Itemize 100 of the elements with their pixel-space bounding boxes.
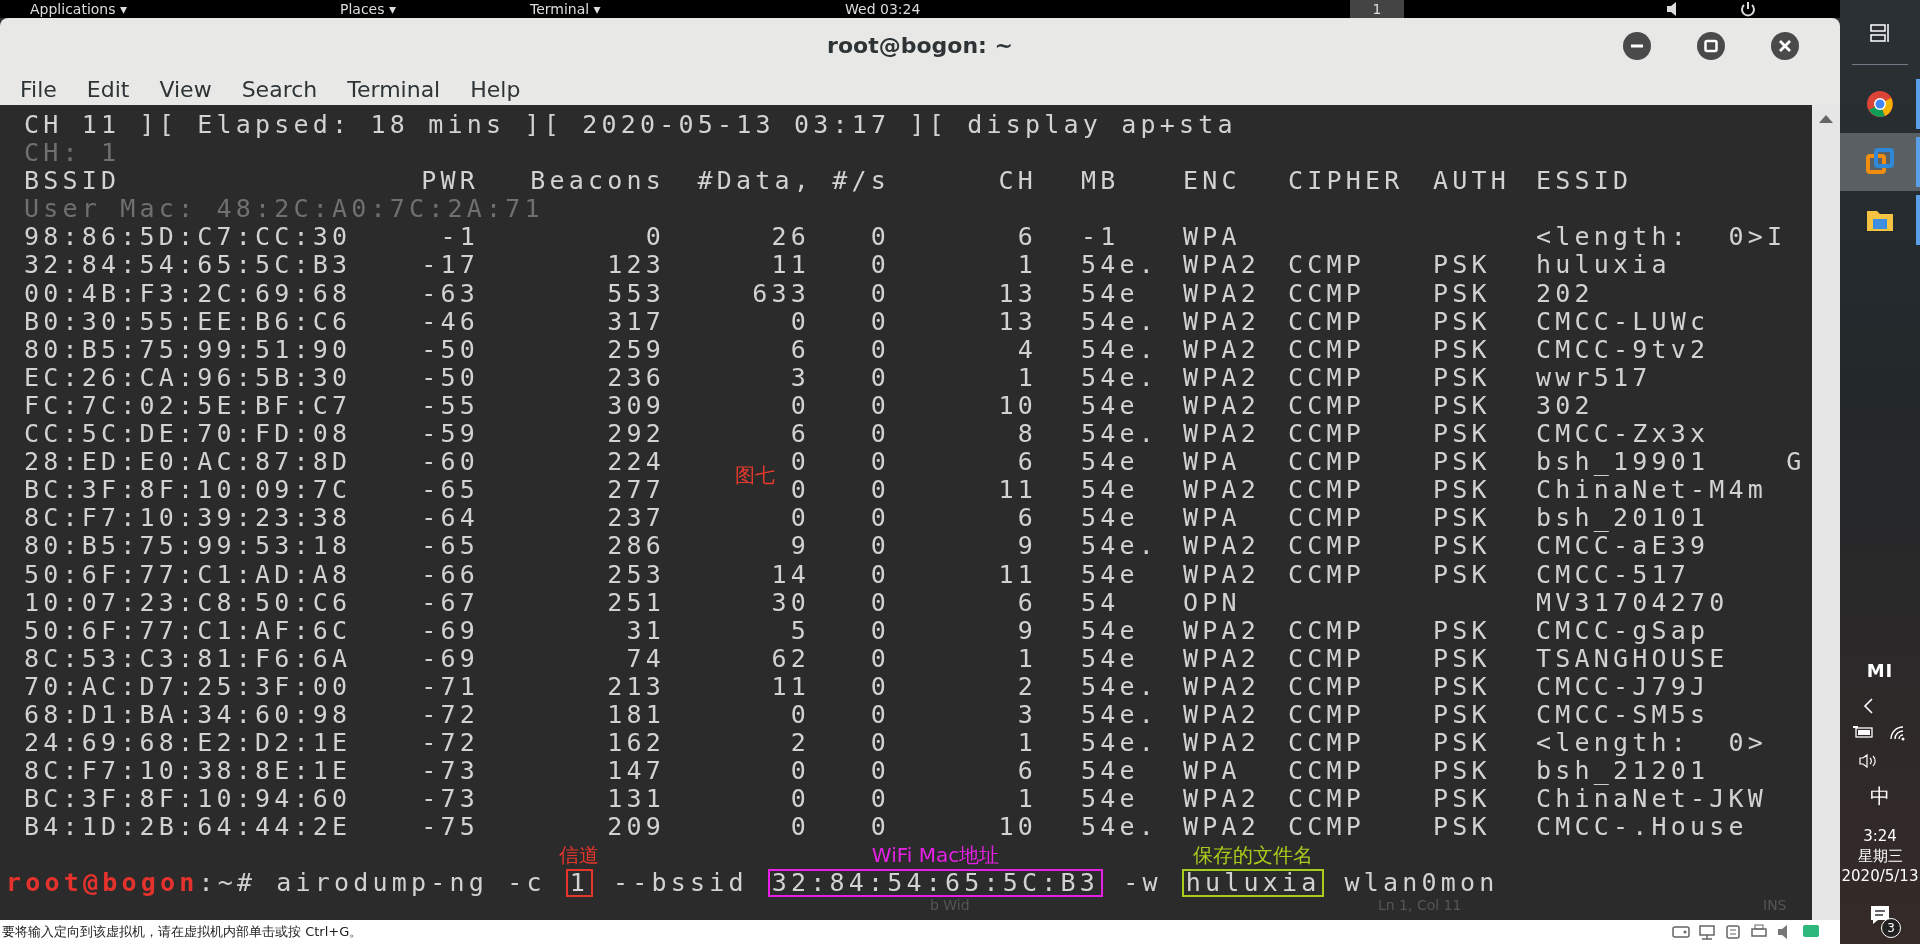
table-cell: CCMP bbox=[1288, 729, 1365, 758]
column-header: BSSID bbox=[24, 167, 121, 196]
table-cell: -55 bbox=[421, 391, 479, 421]
table-cell: 236 bbox=[607, 363, 665, 392]
table-cell: 54e. bbox=[1081, 532, 1158, 561]
window-title: root@bogon: ~ bbox=[827, 33, 1013, 58]
input-method-indicator[interactable]: 中 bbox=[1870, 783, 1890, 810]
table-cell: OPN bbox=[1183, 588, 1241, 617]
menu-item[interactable]: File bbox=[20, 76, 57, 102]
scrollbar[interactable] bbox=[1812, 105, 1840, 920]
table-cell: 1 bbox=[1017, 251, 1037, 280]
table-cell: CCMP bbox=[1288, 335, 1365, 364]
table-cell: bsh_19901 G bbox=[1536, 448, 1806, 477]
table-cell: 54e. bbox=[1081, 729, 1158, 758]
maximize-icon[interactable] bbox=[1696, 31, 1726, 61]
clock-weekday[interactable]: 星期三 bbox=[1857, 846, 1903, 866]
table-cell: 0 bbox=[870, 616, 890, 645]
table-cell: 13 bbox=[998, 307, 1037, 336]
column-header: ESSID bbox=[1536, 167, 1633, 196]
workspace-indicator[interactable]: 1 bbox=[1350, 0, 1404, 18]
battery-icon[interactable] bbox=[1853, 725, 1875, 739]
table-cell: WPA2 bbox=[1183, 251, 1260, 280]
network-icon[interactable] bbox=[1698, 924, 1716, 940]
table-cell: 5 bbox=[790, 616, 810, 645]
table-cell: 0 bbox=[790, 448, 810, 477]
clock-time[interactable]: 3:24 bbox=[1863, 826, 1897, 846]
table-cell: 50:6F:77:C1:AF:6C bbox=[24, 616, 352, 645]
power-icon[interactable] bbox=[1740, 1, 1756, 17]
speaker-icon[interactable] bbox=[1858, 753, 1878, 769]
minimize-icon[interactable] bbox=[1622, 31, 1652, 61]
prompt-text: :~# bbox=[198, 869, 257, 898]
table-cell: CCMP bbox=[1288, 251, 1365, 280]
table-cell: BC:3F:8F:10:09:7C bbox=[24, 476, 352, 505]
clock-text[interactable]: Wed 03:24 bbox=[845, 0, 921, 18]
table-cell: WPA2 bbox=[1183, 279, 1260, 308]
table-cell: -46 bbox=[421, 307, 479, 336]
table-cell: CMCC-LUWc bbox=[1536, 307, 1710, 336]
table-cell: PSK bbox=[1433, 476, 1491, 505]
table-cell: 237 bbox=[607, 504, 665, 533]
chevron-left-icon[interactable] bbox=[1862, 697, 1874, 715]
table-cell: CMCC-SM5s bbox=[1536, 700, 1710, 730]
table-cell: PSK bbox=[1433, 785, 1491, 814]
table-cell: WPA bbox=[1183, 757, 1241, 786]
table-cell: 54e. bbox=[1081, 700, 1158, 730]
top-bar-menu[interactable]: Places ▾ bbox=[340, 0, 396, 18]
task-view-icon[interactable] bbox=[1869, 22, 1891, 44]
table-cell: 54e. bbox=[1081, 335, 1158, 364]
table-cell: 202 bbox=[1536, 279, 1594, 308]
table-cell: 286 bbox=[607, 532, 665, 561]
column-header: PWR bbox=[421, 167, 479, 196]
close-icon[interactable] bbox=[1770, 31, 1800, 61]
table-cell: WPA2 bbox=[1183, 813, 1260, 842]
table-cell: 54e bbox=[1081, 560, 1139, 589]
menu-item[interactable]: Search bbox=[241, 76, 318, 102]
table-cell: -71 bbox=[421, 672, 479, 701]
table-cell: 50:6F:77:C1:AD:A8 bbox=[24, 560, 352, 589]
table-cell: TSANGHOUSE bbox=[1536, 644, 1729, 673]
table-cell: 251 bbox=[607, 588, 665, 617]
annotation-label: WiFi Mac地址 bbox=[871, 843, 1000, 868]
table-cell: WPA2 bbox=[1183, 363, 1260, 392]
menu-item[interactable]: Help bbox=[470, 76, 521, 102]
table-cell: 11 bbox=[771, 672, 810, 701]
printer-icon[interactable] bbox=[1750, 924, 1768, 940]
column-header: MB bbox=[1081, 167, 1120, 196]
table-cell: 54e bbox=[1081, 391, 1139, 421]
table-cell: 292 bbox=[607, 420, 665, 449]
notification-badge: 3 bbox=[1881, 918, 1901, 938]
table-cell: 0 bbox=[870, 532, 890, 561]
table-cell: 6 bbox=[1017, 448, 1037, 477]
table-cell: WPA2 bbox=[1183, 700, 1260, 730]
menu-item[interactable]: View bbox=[159, 76, 212, 102]
table-cell: PSK bbox=[1433, 363, 1491, 392]
table-cell: WPA2 bbox=[1183, 616, 1260, 645]
scroll-up-icon[interactable] bbox=[1819, 115, 1833, 123]
table-cell: CMCC-aE39 bbox=[1536, 532, 1710, 561]
table-cell: WPA2 bbox=[1183, 307, 1260, 336]
clock-date[interactable]: 2020/5/13 bbox=[1841, 866, 1919, 886]
table-cell: 11 bbox=[998, 476, 1037, 505]
table-cell: CCMP bbox=[1288, 616, 1365, 645]
table-cell: WPA2 bbox=[1183, 560, 1260, 589]
menu-item[interactable]: Edit bbox=[86, 76, 130, 102]
table-cell: 0 bbox=[870, 307, 890, 336]
table-cell: 0 bbox=[790, 757, 810, 786]
table-cell: CMCC-.House bbox=[1536, 813, 1748, 842]
table-cell: CCMP bbox=[1288, 785, 1365, 814]
top-bar-menu[interactable]: Applications ▾ bbox=[30, 0, 127, 18]
command-text: --bssid bbox=[613, 869, 748, 898]
menu-item[interactable]: Terminal bbox=[347, 76, 441, 102]
table-cell: PSK bbox=[1433, 532, 1491, 561]
table-cell: PSK bbox=[1433, 391, 1491, 421]
wifi-icon[interactable] bbox=[1889, 725, 1907, 741]
table-cell: -65 bbox=[421, 476, 479, 505]
tray-logo[interactable]: MI bbox=[1866, 660, 1894, 681]
table-cell: 1 bbox=[1017, 729, 1037, 758]
top-bar-menu[interactable]: Terminal ▾ bbox=[530, 0, 601, 18]
table-cell: CC:5C:DE:70:FD:08 bbox=[24, 420, 352, 449]
annotation-label: 信道 bbox=[559, 843, 600, 868]
table-cell: 54e bbox=[1081, 757, 1139, 786]
table-cell: WPA2 bbox=[1183, 785, 1260, 814]
table-cell: 54e. bbox=[1081, 672, 1158, 701]
